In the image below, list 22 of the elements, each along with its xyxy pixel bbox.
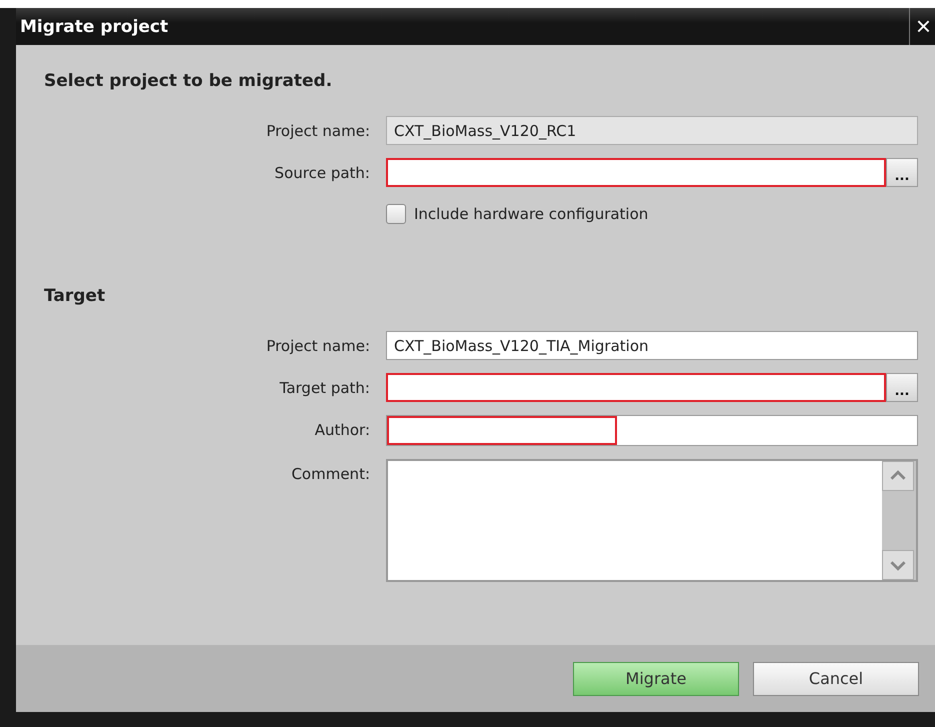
migrate-button[interactable]: Migrate xyxy=(573,662,739,696)
text-field[interactable] xyxy=(386,415,918,446)
field-label: Target path: xyxy=(278,378,370,397)
comment-field[interactable] xyxy=(386,459,918,582)
field-label: Source path: xyxy=(274,163,370,182)
path-field[interactable] xyxy=(386,158,886,187)
browse-button[interactable]: ... xyxy=(886,158,918,187)
checkbox-label: Include hardware configuration xyxy=(414,205,648,223)
section-heading: Target xyxy=(44,286,106,306)
field-label: Comment: xyxy=(290,464,370,483)
field-label: Project name: xyxy=(265,336,370,355)
field-label: Author: xyxy=(314,420,370,439)
checkbox[interactable] xyxy=(386,204,406,224)
cancel-button[interactable]: Cancel xyxy=(753,662,919,696)
text-field[interactable]: CXT_BioMass_V120_TIA_Migration xyxy=(386,331,918,360)
scroll-down-icon[interactable] xyxy=(882,550,914,580)
window-title: Migrate project xyxy=(19,16,168,36)
path-field[interactable] xyxy=(386,373,886,402)
scroll-up-icon[interactable] xyxy=(882,461,914,491)
field-label: Project name: xyxy=(265,121,370,140)
section-heading: Select project to be migrated. xyxy=(44,71,334,91)
browse-button[interactable]: ... xyxy=(886,373,918,402)
